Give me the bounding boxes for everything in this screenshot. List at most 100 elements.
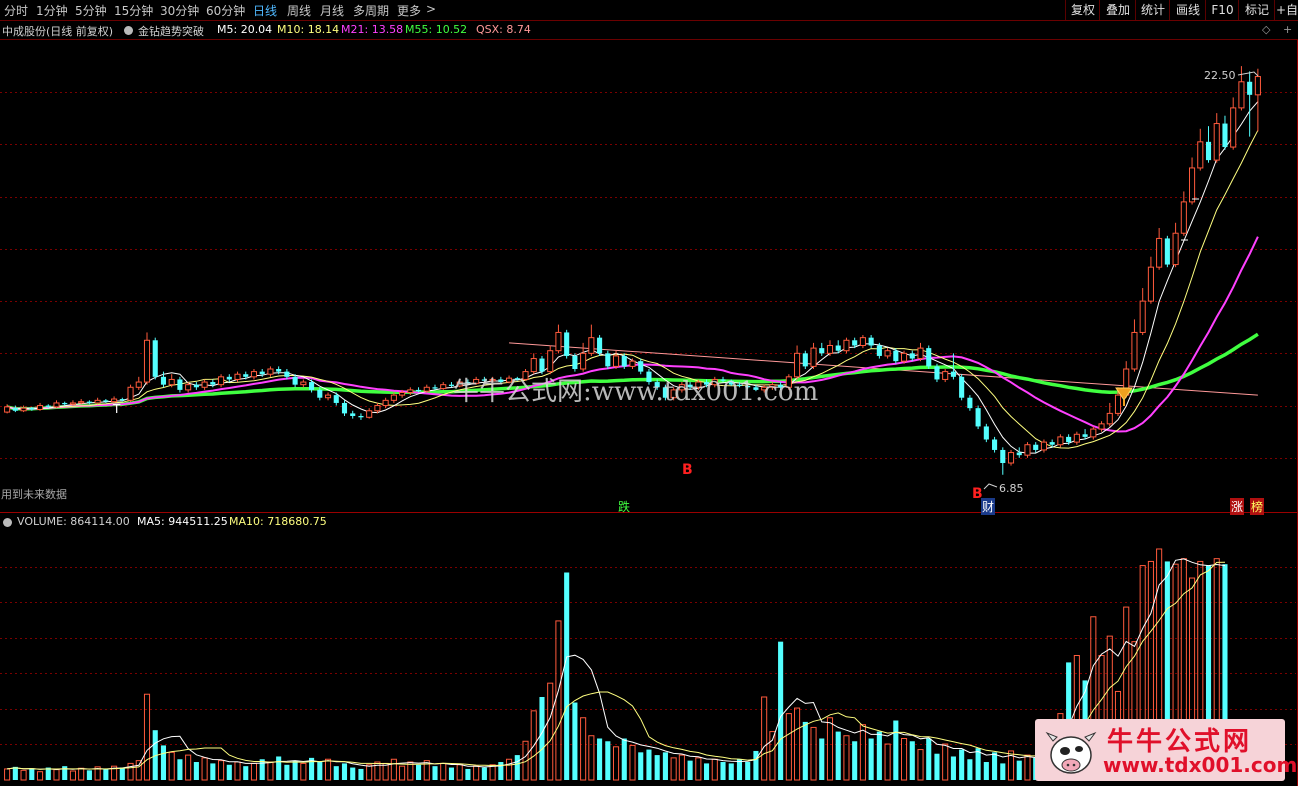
volume-bar: [440, 762, 447, 781]
volume-bar: [4, 768, 11, 781]
finance-tag[interactable]: 财: [981, 498, 996, 515]
candle-body: [119, 399, 125, 401]
volume-bar: [78, 767, 85, 781]
volume-bar: [934, 753, 940, 780]
volume-bar: [802, 721, 808, 780]
candle-body: [168, 378, 175, 386]
rank-tag[interactable]: 榜: [1250, 498, 1265, 515]
high-price-label: 22.50: [1204, 69, 1236, 82]
candle-body: [416, 389, 422, 392]
volume-bar: [465, 768, 471, 780]
volume-bar: [473, 765, 480, 781]
candle-body: [1090, 428, 1097, 438]
volume-bar: [185, 754, 192, 781]
volume-bar: [835, 731, 841, 780]
candle-body: [259, 371, 265, 375]
candle-body: [1180, 201, 1187, 234]
volume-bar: [539, 697, 545, 780]
candle-body: [876, 345, 882, 356]
volume-bar: [678, 754, 685, 781]
candle-body: [1222, 123, 1228, 148]
volume-bar: [20, 769, 27, 781]
candle-body: [629, 360, 636, 367]
candle-body: [243, 374, 249, 377]
volume-bar: [481, 767, 487, 780]
candle-body: [539, 358, 545, 372]
candle-body: [530, 358, 537, 373]
volume-bar: [959, 749, 965, 780]
candle-body: [53, 402, 60, 408]
volume-bar: [103, 768, 109, 780]
volume-bar: [1000, 763, 1006, 780]
candle-body: [1213, 123, 1220, 161]
candle-body: [900, 352, 908, 362]
low-price-label: 6.85: [999, 482, 1024, 495]
logo-url: www.tdx001.com: [1103, 753, 1298, 777]
volume-bar: [416, 764, 422, 780]
volume-bar: [868, 738, 874, 780]
candle-body: [226, 376, 232, 380]
candle-body: [605, 353, 611, 367]
die-tag[interactable]: 跌: [618, 498, 630, 515]
candle-body: [1114, 394, 1122, 414]
candle-body: [1066, 436, 1072, 443]
volume-bar: [942, 743, 949, 781]
candle-body: [193, 384, 199, 388]
volume-bar: [341, 763, 348, 780]
candle-body: [1007, 452, 1015, 464]
candle-body: [324, 394, 332, 399]
volume-bar: [135, 760, 142, 781]
candle-body: [1156, 237, 1163, 268]
candle-body: [152, 340, 158, 377]
volume-bar: [662, 752, 668, 780]
candle-body: [843, 339, 850, 352]
volume-bar: [243, 766, 249, 780]
volume-bar: [909, 741, 915, 780]
candle-body: [103, 400, 109, 402]
volume-bar: [687, 760, 693, 780]
volume-bar: [448, 767, 455, 780]
volume-bar: [160, 745, 167, 780]
candle-body: [926, 348, 932, 367]
candle-body: [160, 376, 167, 385]
volume-bar: [210, 763, 216, 780]
volume-bar: [267, 761, 274, 781]
volume-bar: [399, 765, 406, 781]
volume-bar: [917, 749, 924, 781]
rise-tag[interactable]: 涨: [1230, 498, 1245, 515]
volume-bar: [119, 767, 125, 780]
volume-bar: [983, 762, 989, 780]
volume-bar: [53, 769, 60, 781]
candle-body: [555, 331, 562, 352]
volume-bar: [276, 756, 282, 780]
candle-body: [852, 340, 858, 346]
volume-bar: [893, 720, 899, 780]
candle-body: [1106, 412, 1113, 425]
volume-bar: [456, 764, 463, 781]
volume-bar: [745, 762, 751, 780]
candle-body: [1247, 81, 1253, 95]
volume-bar: [826, 717, 834, 781]
candle-body: [127, 386, 134, 401]
candle-body: [300, 381, 307, 386]
volume-bar: [975, 748, 981, 780]
cow-mascot-icon: [1045, 731, 1097, 774]
candle-body: [1057, 436, 1064, 446]
candle-body: [1082, 434, 1088, 437]
candle-body: [62, 402, 68, 405]
candle-body: [333, 395, 339, 403]
volume-bar: [555, 620, 562, 781]
volume-bar: [605, 741, 611, 780]
volume-bar: [572, 702, 578, 780]
candle-body: [802, 353, 808, 367]
volume-bar: [753, 750, 759, 780]
candle-body: [621, 355, 627, 367]
volume-bar: [284, 764, 290, 780]
candle-body: [975, 408, 981, 427]
candle-body: [423, 386, 430, 392]
volume-bar: [876, 731, 882, 780]
volume-bar: [489, 764, 496, 781]
candle-body: [942, 371, 949, 380]
candle-body: [210, 382, 216, 385]
candle-body: [588, 337, 595, 354]
